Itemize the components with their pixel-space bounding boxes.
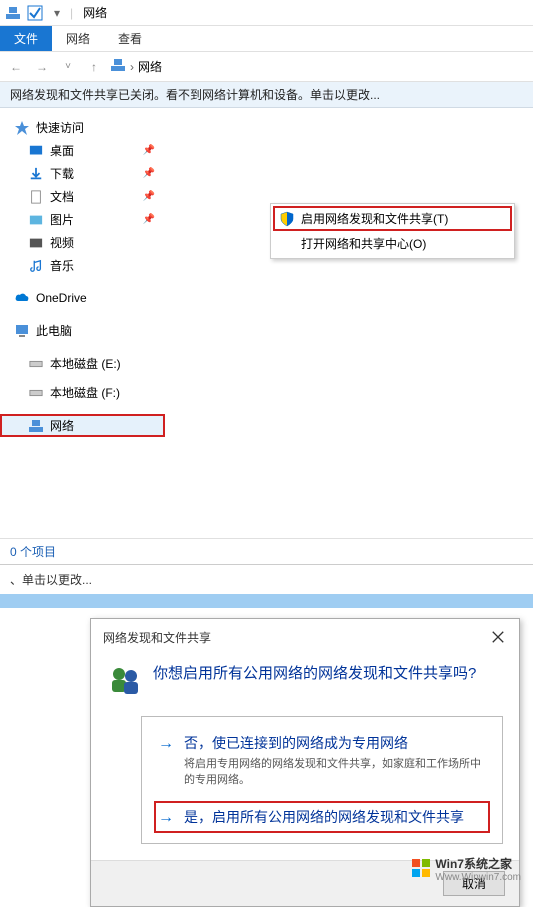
sidebar-item-pictures[interactable]: 图片 📌 [0, 208, 165, 231]
pictures-icon [28, 212, 44, 228]
windows-flag-icon [411, 858, 431, 881]
dialog-question-text: 你想启用所有公用网络的网络发现和文件共享吗? [153, 662, 476, 683]
menu-item-label: 打开网络和共享中心(O) [301, 235, 426, 252]
sidebar-item-music[interactable]: 音乐 [0, 254, 165, 277]
download-icon [28, 166, 44, 182]
nav-up-icon[interactable]: ↑ [84, 57, 104, 77]
nav-back-icon[interactable]: ← [6, 57, 26, 77]
dialog-title: 网络发现和文件共享 [103, 629, 211, 646]
pin-icon: 📌 [143, 191, 155, 202]
sidebar-item-label: 快速访问 [36, 119, 84, 136]
sidebar-item-onedrive[interactable]: OneDrive [0, 287, 165, 309]
dialog-container: 网络发现和文件共享 你想启用所有公用网络的网络发现和文件共享吗? [0, 608, 533, 907]
sidebar-item-documents[interactable]: 文档 📌 [0, 185, 165, 208]
infobar[interactable]: 网络发现和文件共享已关闭。看不到网络计算机和设备。单击以更改... [0, 82, 533, 108]
nav-recent-icon[interactable]: ˅ [58, 57, 78, 77]
drive-icon [28, 356, 44, 372]
sidebar-item-label: 桌面 [50, 142, 74, 159]
context-menu: 启用网络发现和文件共享(T) 打开网络和共享中心(O) [270, 203, 515, 259]
pin-icon: 📌 [143, 168, 155, 179]
option-desc: 将启用专用网络的网络发现和文件共享，如家庭和工作场所中的专用网络。 [184, 755, 486, 787]
statusbar: 0 个项目 [0, 538, 533, 564]
dialog-question: 你想启用所有公用网络的网络发现和文件共享吗? [107, 662, 503, 698]
dialog-options: → 否，使已连接到的网络成为专用网络 将启用专用网络的网络发现和文件共享，如家庭… [141, 716, 503, 844]
statusbar-item-count: 0 个项目 [10, 545, 56, 559]
sidebar-item-label: 文档 [50, 188, 74, 205]
sidebar-nav: 快速访问 桌面 📌 下载 📌 文档 📌 图片 📌 视频 音乐 [0, 108, 165, 538]
partial-text: 、单击以更改... [0, 564, 533, 594]
breadcrumb-chevron-icon[interactable]: › [130, 60, 134, 74]
sidebar-item-label: 下载 [50, 165, 74, 182]
sidebar-item-drive-e[interactable]: 本地磁盘 (E:) [0, 352, 165, 375]
shield-icon [279, 211, 295, 227]
sidebar-item-label: 本地磁盘 (E:) [50, 355, 121, 372]
close-icon[interactable] [491, 630, 507, 646]
arrow-right-icon: → [158, 735, 174, 753]
menu-open-sharing-center[interactable]: 打开网络和共享中心(O) [273, 231, 512, 256]
sidebar-item-label: 图片 [50, 211, 74, 228]
watermark-url: Www.Winwin7.com [435, 872, 521, 883]
sidebar-item-label: 网络 [50, 417, 74, 434]
sidebar-item-desktop[interactable]: 桌面 📌 [0, 139, 165, 162]
arrow-right-icon: → [158, 809, 174, 827]
onedrive-icon [14, 290, 30, 306]
sidebar-item-network[interactable]: 网络 [0, 414, 165, 437]
option-no-private[interactable]: → 否，使已连接到的网络成为专用网络 将启用专用网络的网络发现和文件共享，如家庭… [154, 727, 490, 793]
watermark: Win7系统之家 Www.Winwin7.com [411, 855, 521, 883]
drive-icon [28, 385, 44, 401]
sidebar-item-label: 音乐 [50, 257, 74, 274]
blue-strip [0, 594, 533, 608]
window-title: 网络 [83, 4, 107, 21]
tab-file[interactable]: 文件 [0, 26, 52, 51]
pin-icon: 📌 [143, 145, 155, 156]
titlebar: ▾ | 网络 [0, 0, 533, 26]
qat-dropdown-icon[interactable]: ▾ [48, 4, 66, 22]
music-icon [28, 258, 44, 274]
breadcrumb-root[interactable]: 网络 [138, 58, 162, 75]
nav-forward-icon[interactable]: → [32, 57, 52, 77]
option-title: 是，启用所有公用网络的网络发现和文件共享 [184, 807, 464, 827]
tab-network[interactable]: 网络 [52, 26, 104, 51]
option-yes-public[interactable]: → 是，启用所有公用网络的网络发现和文件共享 [154, 801, 490, 833]
star-icon [14, 120, 30, 136]
infobar-message: 网络发现和文件共享已关闭。看不到网络计算机和设备。单击以更改... [10, 88, 380, 102]
breadcrumb[interactable]: › 网络 [110, 57, 162, 76]
sidebar-item-downloads[interactable]: 下载 📌 [0, 162, 165, 185]
titlebar-separator: | [70, 6, 73, 20]
option-title: 否，使已连接到的网络成为专用网络 [184, 733, 486, 753]
documents-icon [28, 189, 44, 205]
sidebar-item-label: 此电脑 [36, 322, 72, 339]
pin-icon: 📌 [143, 214, 155, 225]
desktop-icon [28, 143, 44, 159]
watermark-title: Win7系统之家 [435, 855, 521, 872]
sidebar-item-videos[interactable]: 视频 [0, 231, 165, 254]
dialog-header: 网络发现和文件共享 [91, 619, 519, 656]
thispc-icon [14, 323, 30, 339]
tab-view[interactable]: 查看 [104, 26, 156, 51]
qat-checkbox-icon[interactable] [26, 4, 44, 22]
network-folder-icon [110, 57, 126, 76]
sidebar-item-thispc[interactable]: 此电脑 [0, 319, 165, 342]
navbar: ← → ˅ ↑ › 网络 [0, 52, 533, 82]
menu-enable-discovery[interactable]: 启用网络发现和文件共享(T) [273, 206, 512, 231]
sidebar-item-drive-f[interactable]: 本地磁盘 (F:) [0, 381, 165, 404]
dialog-body: 你想启用所有公用网络的网络发现和文件共享吗? → 否，使已连接到的网络成为专用网… [91, 656, 519, 860]
people-network-icon [107, 662, 143, 698]
network-icon [28, 418, 44, 434]
sidebar-item-label: 本地磁盘 (F:) [50, 384, 120, 401]
videos-icon [28, 235, 44, 251]
sidebar-item-quick-access[interactable]: 快速访问 [0, 116, 165, 139]
main-area: 启用网络发现和文件共享(T) 打开网络和共享中心(O) 快速访问 桌面 📌 下载… [0, 108, 533, 538]
sidebar-item-label: OneDrive [36, 291, 87, 305]
menu-item-label: 启用网络发现和文件共享(T) [301, 210, 448, 227]
network-icon [4, 4, 22, 22]
ribbon-tabs: 文件 网络 查看 [0, 26, 533, 52]
sidebar-item-label: 视频 [50, 234, 74, 251]
partial-text-content: 、单击以更改... [10, 573, 92, 587]
